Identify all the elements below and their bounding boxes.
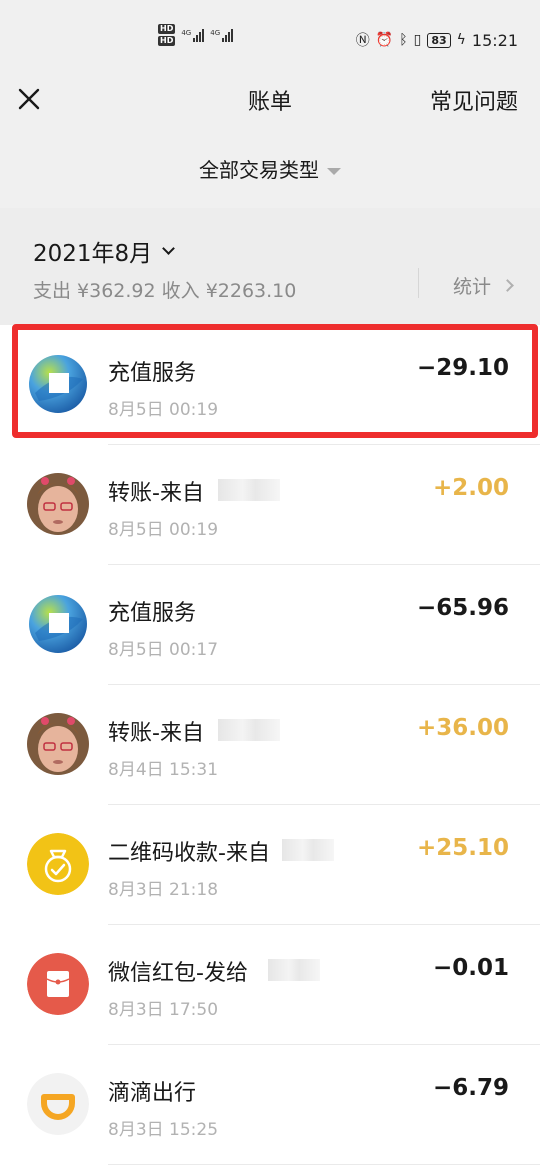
recharge-service-icon xyxy=(27,593,89,655)
month-header: 2021年8月 支出 ¥362.92 收入 ¥2263.10 统计 xyxy=(0,208,540,316)
faq-link[interactable]: 常见问题 xyxy=(430,84,518,116)
transaction-amount: −0.01 xyxy=(432,955,509,981)
transaction-amount: +25.10 xyxy=(416,835,509,861)
chevron-down-icon xyxy=(162,241,176,255)
transaction-title: 转账-来自 xyxy=(108,721,204,746)
battery-indicator: 83 xyxy=(427,32,451,48)
transaction-title: 微信红包-发给 xyxy=(108,961,248,986)
transaction-amount: +36.00 xyxy=(416,715,509,741)
chevron-right-icon xyxy=(501,279,514,292)
transaction-amount: +2.00 xyxy=(432,475,509,501)
transaction-time: 8月5日 00:19 xyxy=(108,520,219,540)
redaction-mask xyxy=(218,479,280,501)
nav-bar: 账单 常见问题 xyxy=(0,80,540,130)
transaction-row[interactable]: 微信红包-发给 8月3日 17:50 −0.01 xyxy=(0,925,540,1045)
transaction-row[interactable]: 转账-来自 8月5日 00:19 +2.00 xyxy=(0,445,540,565)
transaction-time: 8月3日 15:25 xyxy=(108,1120,219,1140)
clock: 15:21 xyxy=(471,30,518,50)
transaction-title: 充值服务 xyxy=(108,361,197,386)
stats-button[interactable]: 统计 xyxy=(453,272,514,299)
transaction-row[interactable]: 充值服务 8月5日 00:19 −29.10 xyxy=(0,325,540,445)
transaction-amount: −29.10 xyxy=(416,355,509,381)
divider xyxy=(108,1164,540,1165)
filter-label: 全部交易类型 xyxy=(199,158,319,182)
redaction-mask xyxy=(268,959,320,981)
filter-bar: 全部交易类型 xyxy=(0,130,540,208)
transaction-time: 8月4日 15:31 xyxy=(108,760,219,780)
bluetooth-icon: ᛒ xyxy=(399,32,408,48)
transaction-title: 转账-来自 xyxy=(108,481,204,506)
transaction-row[interactable]: 二维码收款-来自 8月3日 21:18 +25.10 xyxy=(0,805,540,925)
alarm-icon: ⏰ xyxy=(375,32,394,48)
transaction-title: 滴滴出行 xyxy=(108,1081,197,1106)
signal-sim2-icon: 4G xyxy=(210,28,234,42)
transaction-type-filter[interactable]: 全部交易类型 xyxy=(0,154,540,183)
status-bar: HD HD 4G 4G Ⓝ ⏰ ᛒ ▯ 83 ϟ 15:21 xyxy=(0,0,540,80)
signal-sim1-icon: 4G xyxy=(181,28,205,42)
transaction-amount: −6.79 xyxy=(432,1075,509,1101)
charging-icon: ϟ xyxy=(456,32,466,48)
transaction-title: 充值服务 xyxy=(108,601,197,626)
hd-sim2-badge: HD xyxy=(158,36,176,46)
system-status: Ⓝ ⏰ ᛒ ▯ 83 ϟ 15:21 xyxy=(356,30,518,50)
transaction-row[interactable]: 转账-来自 8月4日 15:31 +36.00 xyxy=(0,685,540,805)
divider xyxy=(418,268,419,298)
red-packet-icon xyxy=(27,953,89,1015)
transaction-time: 8月3日 17:50 xyxy=(108,1000,219,1020)
transaction-list: 充值服务 8月5日 00:19 −29.10 转账-来自 8月5日 00:19 … xyxy=(0,325,540,1170)
transaction-time: 8月5日 00:17 xyxy=(108,640,219,660)
hd-sim1-badge: HD xyxy=(158,24,176,34)
stats-label: 统计 xyxy=(453,276,492,298)
vibrate-icon: ▯ xyxy=(413,32,422,48)
money-bag-icon xyxy=(27,833,89,895)
dropdown-caret-icon xyxy=(327,168,341,175)
redaction-mask xyxy=(218,719,280,741)
month-label: 2021年8月 xyxy=(33,241,153,267)
redaction-mask xyxy=(282,839,334,861)
network-indicators: HD HD 4G 4G xyxy=(158,24,234,46)
user-avatar xyxy=(27,473,89,535)
transaction-row[interactable]: 滴滴出行 8月3日 15:25 −6.79 xyxy=(0,1045,540,1165)
transaction-time: 8月5日 00:19 xyxy=(108,400,219,420)
transaction-row[interactable]: 充值服务 8月5日 00:17 −65.96 xyxy=(0,565,540,685)
transaction-title: 二维码收款-来自 xyxy=(108,841,270,866)
transaction-time: 8月3日 21:18 xyxy=(108,880,219,900)
didi-icon xyxy=(27,1073,89,1135)
month-selector[interactable]: 2021年8月 xyxy=(33,234,176,268)
transaction-amount: −65.96 xyxy=(416,595,509,621)
user-avatar xyxy=(27,713,89,775)
nfc-icon: Ⓝ xyxy=(355,33,370,49)
recharge-service-icon xyxy=(27,353,89,415)
month-summary: 支出 ¥362.92 收入 ¥2263.10 xyxy=(33,280,297,302)
